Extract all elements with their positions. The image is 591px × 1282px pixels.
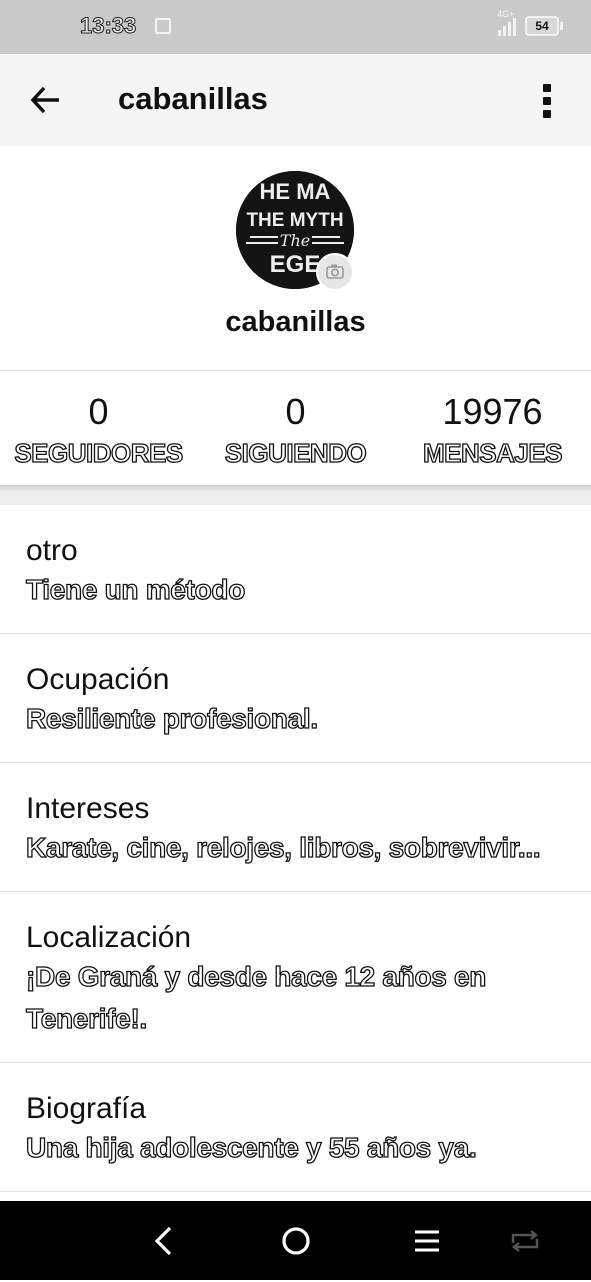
app-bar: cabanillas [0, 54, 591, 146]
info-key: Biografía [26, 1092, 147, 1125]
nav-menu-icon[interactable] [407, 1221, 447, 1261]
stat-followers-label: SEGUIDORES [14, 437, 184, 468]
profile-header: HE MA THE MYTH The EGE cabanillas [0, 146, 591, 370]
stat-following-label: SIGUIENDO [224, 437, 367, 468]
profile-stats: 0 SEGUIDORES 0 SIGUIENDO 19976 MENSAJES [0, 371, 591, 485]
info-row-location: Localización ¡De Graná y desde hace 12 a… [0, 892, 591, 1063]
stat-messages-value: 19976 [442, 391, 543, 432]
stat-followers-value: 0 [88, 391, 109, 432]
info-row-interests: Intereses Karate, cine, relojes, libros,… [0, 763, 591, 892]
section-separator [0, 485, 591, 505]
avatar-text-4: EGE [270, 251, 321, 278]
info-key: Intereses [26, 792, 150, 825]
nav-home-circle-icon[interactable] [276, 1221, 316, 1261]
stat-following[interactable]: 0 SIGUIENDO [197, 371, 394, 485]
back-arrow-icon[interactable] [26, 80, 66, 120]
avatar-text-2: THE MYTH [246, 210, 343, 231]
status-time: 13:33 [79, 13, 137, 39]
signal-icon [498, 18, 516, 36]
info-value: Resiliente profesional. [25, 702, 318, 734]
info-key: otro [26, 534, 78, 567]
info-key: Localización [26, 921, 192, 954]
profile-username: cabanillas [225, 306, 366, 338]
profile-info-list: otro Tiene un método Ocupación Resilient… [0, 505, 591, 1282]
status-bar: 13:33 4G+ 54 [0, 0, 591, 54]
info-row-biography: Biografía Una hija adolescente y 55 años… [0, 1063, 591, 1192]
info-row-other: otro Tiene un método [0, 505, 591, 634]
more-vert-icon[interactable] [530, 78, 566, 124]
info-value: Tiene un método [25, 573, 246, 605]
info-key: Ocupación [26, 663, 170, 696]
stat-following-value: 0 [285, 391, 306, 432]
image-notification-icon [155, 18, 171, 34]
info-row-occupation: Ocupación Resiliente profesional. [0, 634, 591, 763]
system-nav-bar [0, 1201, 591, 1280]
info-value: Una hija adolescente y 55 años ya. [25, 1131, 477, 1163]
stat-messages-label: MENSAJES [422, 437, 563, 468]
avatar-text-1: HE MA [260, 179, 331, 204]
page-title: cabanillas [118, 81, 268, 116]
info-value: Karate, cine, relojes, libros, sobrevivi… [25, 831, 541, 863]
camera-icon[interactable] [316, 253, 354, 291]
battery-icon: 54 [525, 16, 563, 36]
nav-rotate-icon[interactable] [505, 1221, 545, 1261]
nav-back-chevron-icon[interactable] [145, 1221, 185, 1261]
info-value: ¡De Graná y desde hace 12 años en Teneri… [25, 960, 487, 1034]
stat-messages[interactable]: 19976 MENSAJES [394, 371, 591, 485]
avatar-text-3: The [280, 231, 310, 250]
stat-followers[interactable]: 0 SEGUIDORES [0, 371, 197, 485]
